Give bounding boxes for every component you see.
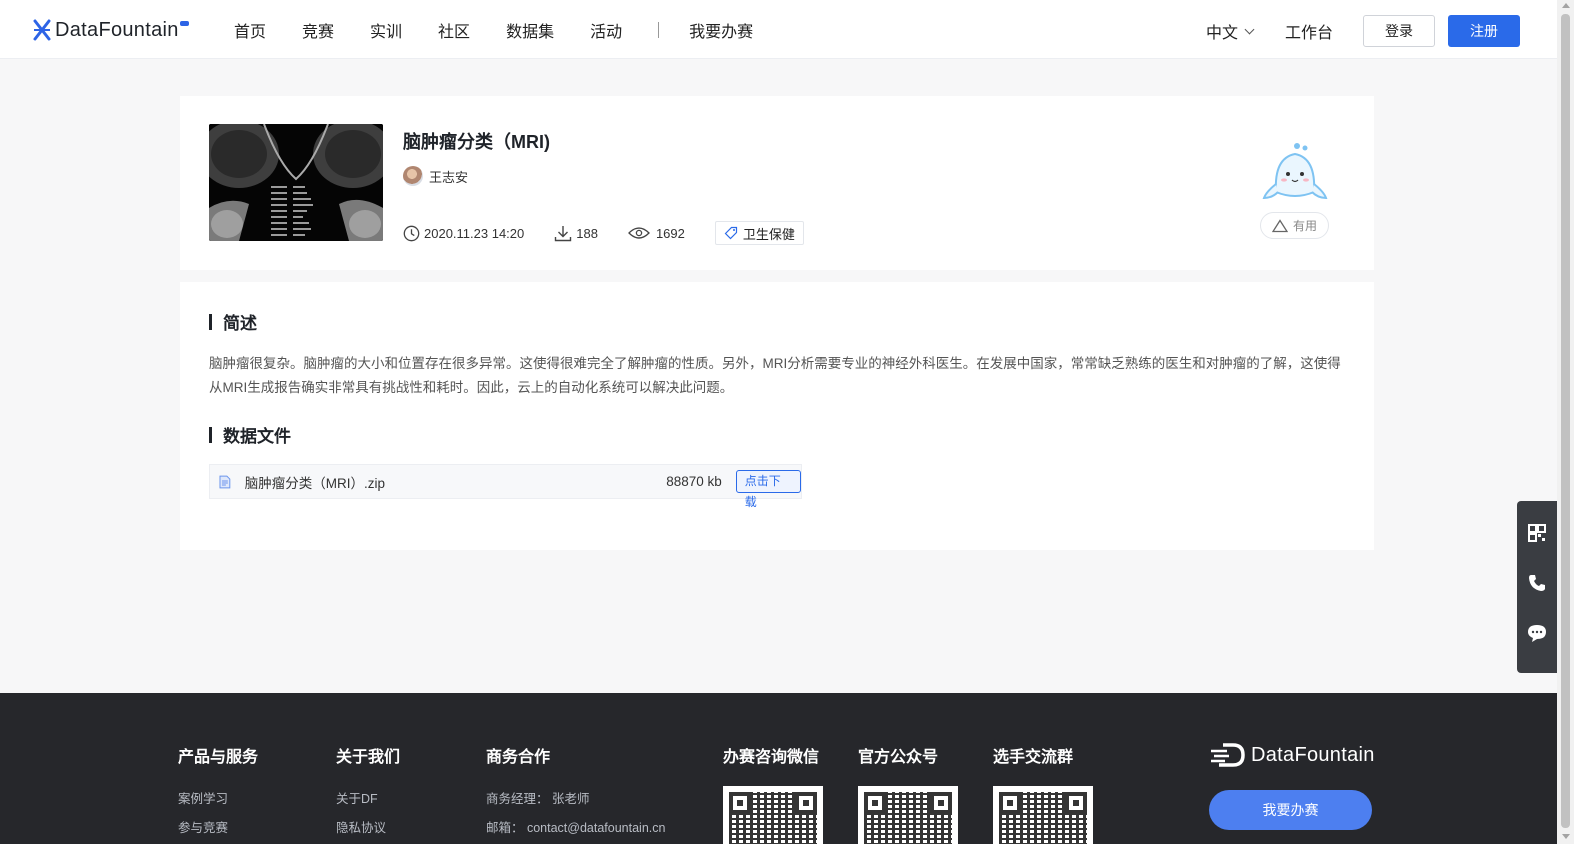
heading-bar xyxy=(209,313,212,330)
qr-code-icon[interactable] xyxy=(1527,523,1547,543)
footer-business-manager: 商务经理： 张老师 xyxy=(486,792,590,806)
nav-item-training[interactable]: 实训 xyxy=(370,18,402,42)
main-nav: 首页 竞赛 实训 社区 数据集 活动 我要办赛 xyxy=(234,18,789,42)
dataset-header-card: 脑肿瘤分类（MRI) 王志安 2020.11.23 14:20 188 1692 xyxy=(180,96,1374,270)
nav-item-datasets[interactable]: 数据集 xyxy=(506,18,554,42)
mascot-icon xyxy=(1262,143,1328,200)
footer-link-case-study[interactable]: 案例学习 xyxy=(178,788,228,807)
footer-logo-mark-icon xyxy=(1211,743,1245,767)
footer-link-privacy[interactable]: 隐私协议 xyxy=(336,817,386,836)
language-selector[interactable]: 中文 xyxy=(1206,19,1255,43)
logo-badge xyxy=(179,20,189,26)
overview-heading: 简述 xyxy=(209,309,257,334)
publish-time: 2020.11.23 14:20 xyxy=(403,225,524,242)
file-name: 脑肿瘤分类（MRI）.zip xyxy=(244,475,386,491)
view-count: 1692 xyxy=(628,226,685,241)
chevron-down-icon xyxy=(1244,24,1255,34)
file-icon xyxy=(219,475,231,488)
download-icon xyxy=(555,225,572,241)
nav-item-events[interactable]: 活动 xyxy=(590,18,622,42)
file-size: 88870 kb xyxy=(666,474,722,489)
scroll-down-arrow-icon[interactable] xyxy=(1562,834,1570,839)
useful-label: 有用 xyxy=(1292,219,1317,233)
footer-products-title: 产品与服务 xyxy=(178,749,259,766)
footer-host-competition-button[interactable]: 我要办赛 xyxy=(1209,790,1372,830)
chat-icon[interactable] xyxy=(1527,623,1547,643)
logo-mark-icon xyxy=(33,19,51,41)
site-footer: 产品与服务 案例学习 参与竞赛 关于我们 关于DF 隐私协议 商务合作 商务经理… xyxy=(0,693,1557,844)
download-count: 188 xyxy=(554,225,598,242)
nav-divider xyxy=(658,22,660,38)
footer-business-title: 商务合作 xyxy=(486,749,551,766)
dataset-author[interactable]: 王志安 xyxy=(403,166,468,186)
avatar xyxy=(403,166,423,186)
footer-link-join-competition[interactable]: 参与竞赛 xyxy=(178,817,228,836)
footer-qr-group-title: 选手交流群 xyxy=(993,749,1074,766)
nav-item-community[interactable]: 社区 xyxy=(438,18,470,42)
clock-icon xyxy=(403,225,420,241)
tag-icon xyxy=(724,226,737,240)
nav-item-competitions[interactable]: 竞赛 xyxy=(302,18,334,42)
dataset-thumbnail xyxy=(209,124,383,241)
qr-official-account-image xyxy=(858,786,958,844)
download-file-button[interactable]: 点击下载 xyxy=(735,470,801,509)
workbench-link[interactable]: 工作台 xyxy=(1285,19,1333,43)
dataset-title: 脑肿瘤分类（MRI) xyxy=(403,132,550,152)
register-button[interactable]: 注册 xyxy=(1448,15,1520,47)
nav-item-host-competition[interactable]: 我要办赛 xyxy=(689,18,753,42)
heading-bar xyxy=(209,426,212,443)
category-tag-text: 卫生保健 xyxy=(742,226,795,242)
page-scrollbar[interactable] xyxy=(1557,0,1574,844)
language-label: 中文 xyxy=(1206,25,1239,42)
mri-scan-image xyxy=(209,124,383,241)
footer-qr-official-title: 官方公众号 xyxy=(858,749,939,766)
scroll-up-arrow-icon[interactable] xyxy=(1562,3,1570,8)
view-count-text: 1692 xyxy=(655,225,685,241)
eye-icon xyxy=(628,227,650,239)
download-count-text: 188 xyxy=(576,225,598,241)
files-heading-text: 数据文件 xyxy=(223,427,291,446)
author-name: 王志安 xyxy=(429,169,469,185)
category-tag[interactable]: 卫生保健 xyxy=(714,221,804,245)
dataset-details-card: 简述 脑肿瘤很复杂。脑肿瘤的大小和位置存在很多异常。这使得很难完全了解肿瘤的性质… xyxy=(180,282,1374,550)
logo-text: DataFountain xyxy=(55,18,179,41)
footer-about-title: 关于我们 xyxy=(336,749,401,766)
footer-link-about-df[interactable]: 关于DF xyxy=(336,788,378,807)
publish-time-text: 2020.11.23 14:20 xyxy=(424,225,525,241)
footer-logo-text: DataFountain xyxy=(1251,743,1375,766)
floating-side-panel xyxy=(1517,501,1557,673)
phone-icon[interactable] xyxy=(1527,573,1547,593)
qr-player-group-image xyxy=(993,786,1093,844)
footer-qr-wechat-title: 办赛咨询微信 xyxy=(723,749,820,766)
footer-logo: DataFountain xyxy=(1209,743,1375,767)
top-header: DataFountain 首页 竞赛 实训 社区 数据集 活动 我要办赛 中文 … xyxy=(0,0,1557,59)
footer-business-email[interactable]: 邮箱： contact@datafountain.cn xyxy=(486,817,665,836)
file-row: 脑肿瘤分类（MRI）.zip 88870 kb 点击下载 xyxy=(209,464,802,509)
dataset-meta: 2020.11.23 14:20 188 1692 卫生保健 xyxy=(403,221,804,245)
files-heading: 数据文件 xyxy=(209,422,291,447)
overview-text: 脑肿瘤很复杂。脑肿瘤的大小和位置存在很多异常。这使得很难完全了解肿瘤的性质。另外… xyxy=(209,356,1341,395)
login-button[interactable]: 登录 xyxy=(1363,15,1435,47)
overview-heading-text: 简述 xyxy=(223,314,257,333)
triangle-up-icon xyxy=(1271,218,1288,232)
useful-button[interactable]: 有用 xyxy=(1260,212,1329,239)
datafountain-logo[interactable]: DataFountain xyxy=(33,17,189,43)
nav-item-home[interactable]: 首页 xyxy=(234,18,266,42)
qr-wechat-image xyxy=(723,786,823,844)
scrollbar-thumb[interactable] xyxy=(1561,14,1570,828)
